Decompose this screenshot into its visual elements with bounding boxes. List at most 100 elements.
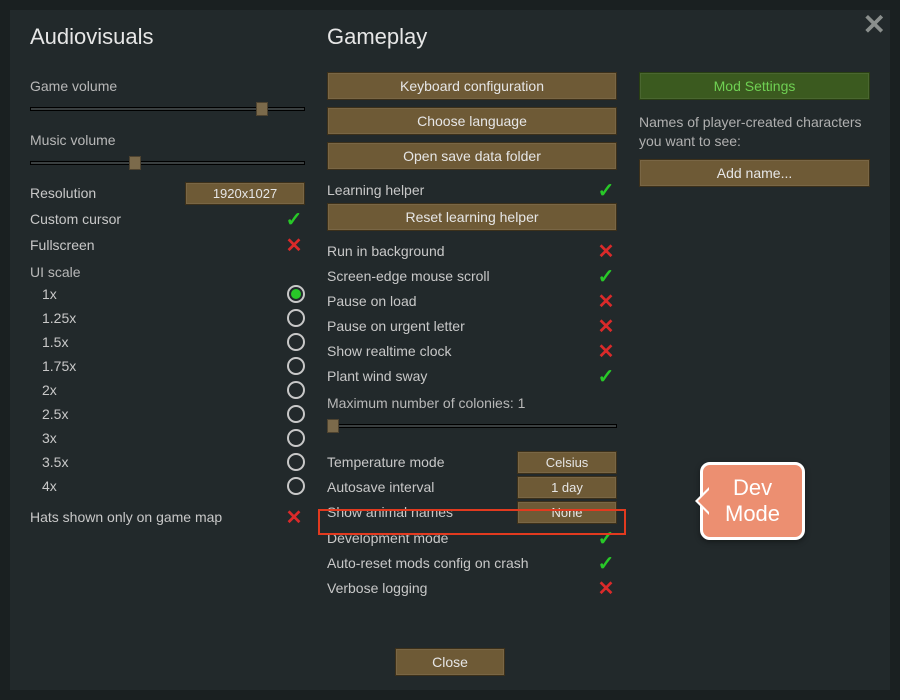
learning-helper-label: Learning helper	[327, 182, 595, 198]
slider-thumb[interactable]	[327, 419, 339, 433]
options-panel: ✕ Audiovisuals Game volume Music volume …	[10, 10, 890, 690]
radio-icon[interactable]	[287, 477, 305, 495]
ui-scale-option-label: 1x	[30, 286, 57, 302]
ui-scale-option-label: 2x	[30, 382, 57, 398]
hats-toggle[interactable]: ✕	[283, 505, 305, 530]
cross-icon[interactable]: ✕	[595, 576, 617, 601]
ui-scale-option[interactable]: 1.5x	[30, 330, 305, 354]
audiovisuals-column: Audiovisuals Game volume Music volume Re…	[30, 24, 305, 676]
game-volume-label: Game volume	[30, 78, 305, 94]
ui-scale-option-label: 1.75x	[30, 358, 76, 374]
check-icon[interactable]: ✓	[595, 526, 617, 551]
callout-line2: Mode	[725, 501, 780, 527]
ui-scale-option[interactable]: 1.75x	[30, 354, 305, 378]
music-volume-slider[interactable]	[30, 156, 305, 170]
select-label: Show animal names	[327, 504, 517, 520]
radio-icon[interactable]	[287, 309, 305, 327]
resolution-label: Resolution	[30, 185, 185, 201]
ui-scale-option-label: 1.5x	[30, 334, 68, 350]
ui-scale-option-label: 2.5x	[30, 406, 68, 422]
toggle-row: Pause on urgent letter✕	[327, 314, 617, 338]
check-icon[interactable]: ✓	[595, 364, 617, 389]
resolution-button[interactable]: 1920x1027	[185, 182, 305, 205]
toggle-label: Plant wind sway	[327, 368, 595, 384]
toggle-row: Plant wind sway✓	[327, 364, 617, 388]
check-icon[interactable]: ✓	[595, 551, 617, 576]
radio-icon[interactable]	[287, 429, 305, 447]
fullscreen-toggle[interactable]: ✕	[283, 233, 305, 258]
game-volume-slider[interactable]	[30, 102, 305, 116]
music-volume-label: Music volume	[30, 132, 305, 148]
toggle-row: Pause on load✕	[327, 289, 617, 313]
ui-scale-option[interactable]: 3x	[30, 426, 305, 450]
select-button[interactable]: None	[517, 501, 617, 524]
ui-scale-option[interactable]: 1.25x	[30, 306, 305, 330]
radio-icon[interactable]	[287, 405, 305, 423]
toggle-label: Screen-edge mouse scroll	[327, 268, 595, 284]
ui-scale-option[interactable]: 2.5x	[30, 402, 305, 426]
custom-cursor-label: Custom cursor	[30, 211, 283, 227]
gameplay-title: Gameplay	[327, 24, 617, 50]
toggle-label: Development mode	[327, 530, 595, 546]
radio-icon[interactable]	[287, 381, 305, 399]
select-button[interactable]: Celsius	[517, 451, 617, 474]
max-colonies-label: Maximum number of colonies: 1	[327, 395, 617, 411]
select-row: Temperature modeCelsius	[327, 450, 617, 474]
select-row: Autosave interval1 day	[327, 475, 617, 499]
radio-icon[interactable]	[287, 285, 305, 303]
select-label: Temperature mode	[327, 454, 517, 470]
cross-icon[interactable]: ✕	[595, 314, 617, 339]
radio-icon[interactable]	[287, 357, 305, 375]
choose-language-button[interactable]: Choose language	[327, 107, 617, 135]
toggle-label: Pause on urgent letter	[327, 318, 595, 334]
mod-settings-button[interactable]: Mod Settings	[639, 72, 870, 100]
check-icon[interactable]: ✓	[595, 264, 617, 289]
toggle-label: Verbose logging	[327, 580, 595, 596]
ui-scale-label: UI scale	[30, 264, 305, 280]
close-button[interactable]: Close	[395, 648, 505, 676]
ui-scale-option-label: 4x	[30, 478, 57, 494]
max-colonies-slider[interactable]	[327, 419, 617, 433]
hats-label: Hats shown only on game map	[30, 509, 283, 525]
reset-learning-helper-button[interactable]: Reset learning helper	[327, 203, 617, 231]
slider-thumb[interactable]	[256, 102, 268, 116]
mods-column: . Mod Settings Names of player-created c…	[639, 24, 870, 676]
toggle-row: Screen-edge mouse scroll✓	[327, 264, 617, 288]
ui-scale-option[interactable]: 3.5x	[30, 450, 305, 474]
open-save-folder-button[interactable]: Open save data folder	[327, 142, 617, 170]
ui-scale-option-label: 1.25x	[30, 310, 76, 326]
radio-icon[interactable]	[287, 333, 305, 351]
ui-scale-option[interactable]: 2x	[30, 378, 305, 402]
ui-scale-option-label: 3.5x	[30, 454, 68, 470]
keyboard-config-button[interactable]: Keyboard configuration	[327, 72, 617, 100]
toggle-row: Verbose logging✕	[327, 576, 617, 600]
toggle-label: Run in background	[327, 243, 595, 259]
cross-icon[interactable]: ✕	[595, 339, 617, 364]
add-name-button[interactable]: Add name...	[639, 159, 870, 187]
slider-thumb[interactable]	[129, 156, 141, 170]
toggle-label: Auto-reset mods config on crash	[327, 555, 595, 571]
custom-cursor-toggle[interactable]: ✓	[283, 207, 305, 232]
toggle-row: Run in background✕	[327, 239, 617, 263]
toggle-label: Show realtime clock	[327, 343, 595, 359]
toggle-row: Show realtime clock✕	[327, 339, 617, 363]
audiovisuals-title: Audiovisuals	[30, 24, 305, 50]
cross-icon[interactable]: ✕	[595, 239, 617, 264]
radio-icon[interactable]	[287, 453, 305, 471]
ui-scale-option-label: 3x	[30, 430, 57, 446]
select-label: Autosave interval	[327, 479, 517, 495]
toggle-row: Development mode✓	[327, 526, 617, 550]
dev-mode-callout: Dev Mode	[700, 462, 805, 540]
learning-helper-toggle[interactable]: ✓	[595, 178, 617, 203]
fullscreen-label: Fullscreen	[30, 237, 283, 253]
callout-line1: Dev	[725, 475, 780, 501]
select-row: Show animal namesNone	[327, 500, 617, 524]
ui-scale-option[interactable]: 1x	[30, 282, 305, 306]
close-icon[interactable]: ✕	[863, 8, 886, 41]
cross-icon[interactable]: ✕	[595, 289, 617, 314]
toggle-label: Pause on load	[327, 293, 595, 309]
player-names-desc: Names of player-created characters you w…	[639, 113, 870, 151]
ui-scale-option[interactable]: 4x	[30, 474, 305, 498]
toggle-row: Auto-reset mods config on crash✓	[327, 551, 617, 575]
select-button[interactable]: 1 day	[517, 476, 617, 499]
